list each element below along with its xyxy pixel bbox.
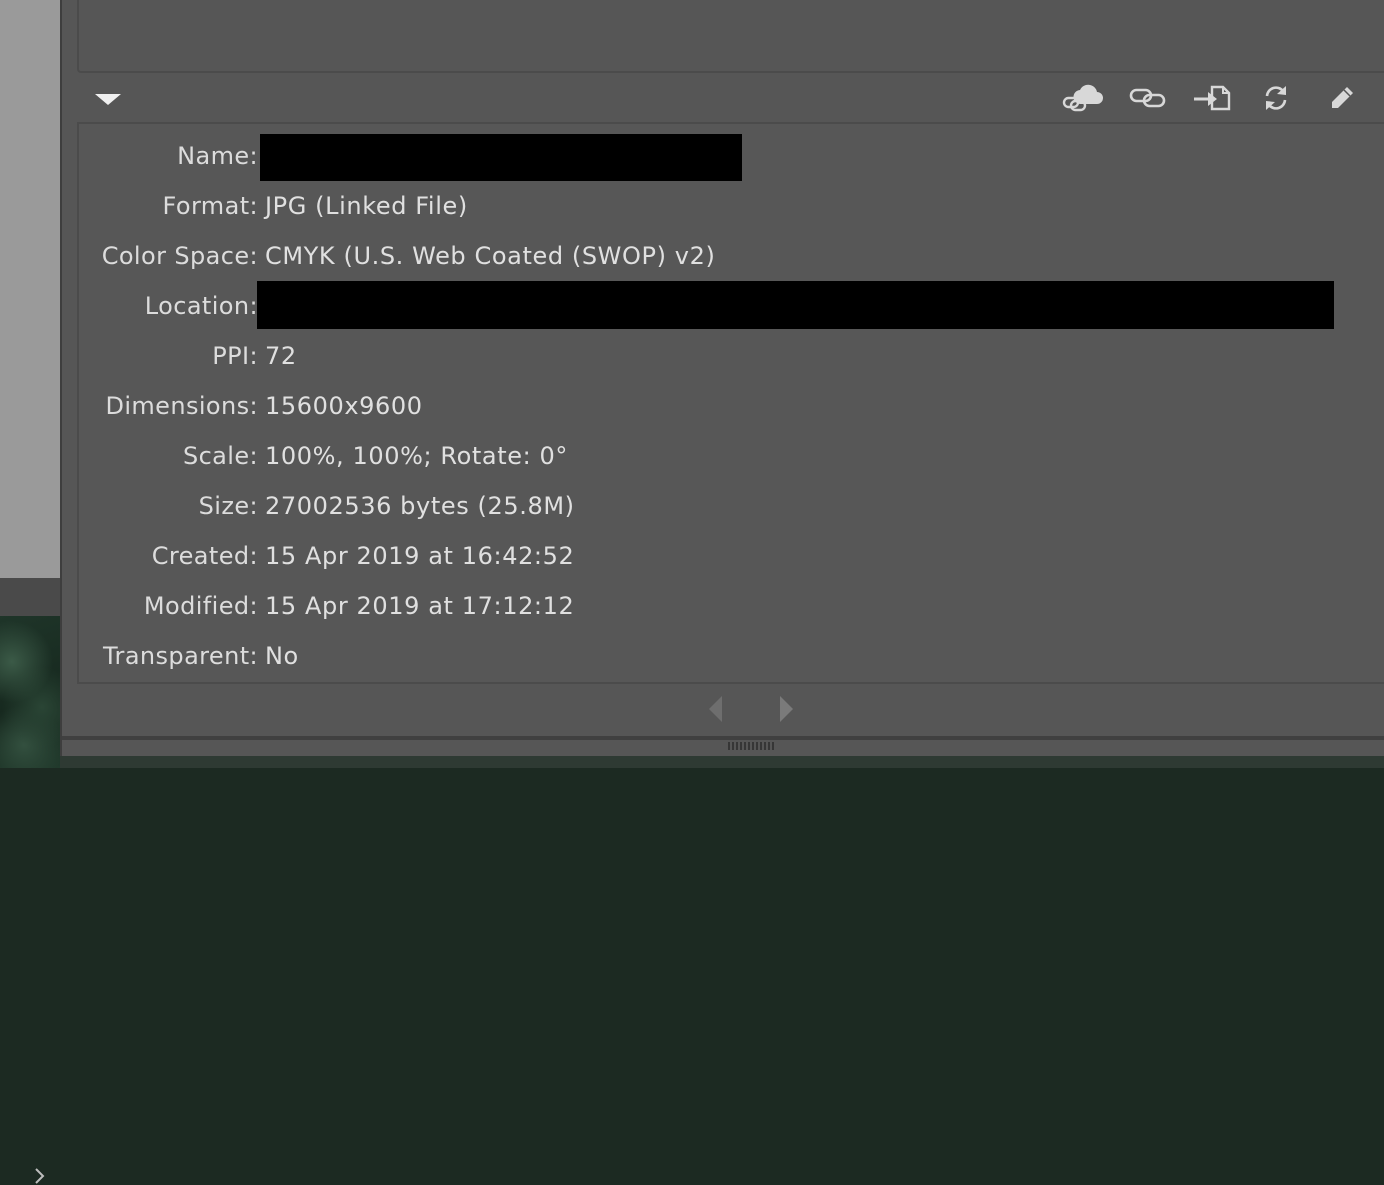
dimensions-value: 15600x9600 bbox=[265, 392, 423, 420]
ppi-label: PPI: bbox=[212, 342, 258, 370]
links-panel: Name: Format: JPG (Linked File) Color Sp… bbox=[60, 0, 1384, 760]
info-row-size: Size: 27002536 bytes (25.8M) bbox=[79, 481, 1384, 531]
scale-label: Scale: bbox=[182, 442, 258, 470]
location-value-redacted bbox=[257, 281, 1334, 329]
info-row-created: Created: 15 Apr 2019 at 16:42:52 bbox=[79, 531, 1384, 581]
transparent-value: No bbox=[265, 642, 299, 670]
cloud-link-icon bbox=[1062, 84, 1103, 112]
format-value: JPG (Linked File) bbox=[265, 192, 468, 220]
info-row-transparent: Transparent: No bbox=[79, 631, 1384, 681]
size-value: 27002536 bytes (25.8M) bbox=[265, 492, 575, 520]
collapse-triangle-icon[interactable] bbox=[93, 90, 123, 108]
link-info-section: Name: Format: JPG (Linked File) Color Sp… bbox=[77, 122, 1384, 684]
update-link-button[interactable] bbox=[1256, 82, 1296, 114]
scale-value: 100%, 100%; Rotate: 0° bbox=[265, 442, 568, 470]
next-arrow-icon[interactable] bbox=[776, 694, 796, 724]
info-row-format: Format: JPG (Linked File) bbox=[79, 181, 1384, 231]
place-button[interactable] bbox=[1190, 82, 1234, 114]
name-value-redacted bbox=[260, 134, 742, 181]
size-label: Size: bbox=[198, 492, 258, 520]
info-row-ppi: PPI: 72 bbox=[79, 331, 1384, 381]
resize-grip-icon[interactable] bbox=[726, 740, 776, 752]
panel-bottom-divider bbox=[62, 736, 1384, 740]
dimensions-label: Dimensions: bbox=[105, 392, 258, 420]
created-value: 15 Apr 2019 at 16:42:52 bbox=[265, 542, 575, 570]
color-space-label: Color Space: bbox=[101, 242, 258, 270]
ppi-value: 72 bbox=[265, 342, 297, 370]
links-list-area[interactable] bbox=[77, 0, 1384, 73]
left-sidebar-strip bbox=[0, 0, 62, 1184]
relink-icon bbox=[1129, 88, 1166, 108]
location-label: Location: bbox=[144, 292, 258, 320]
edit-original-button[interactable] bbox=[1322, 82, 1362, 114]
cloud-link-button[interactable] bbox=[1060, 82, 1108, 114]
info-row-location: Location: bbox=[79, 281, 1384, 331]
relink-button[interactable] bbox=[1126, 82, 1170, 114]
expand-panel-tab[interactable] bbox=[0, 578, 60, 1184]
modified-value: 15 Apr 2019 at 17:12:12 bbox=[265, 592, 575, 620]
created-label: Created: bbox=[151, 542, 258, 570]
chevron-right-icon[interactable] bbox=[32, 1167, 46, 1185]
bottom-background-strip bbox=[60, 756, 1384, 768]
transparent-label: Transparent: bbox=[103, 642, 258, 670]
left-canvas-area bbox=[0, 0, 60, 578]
previous-arrow-icon[interactable] bbox=[706, 694, 726, 724]
format-label: Format: bbox=[162, 192, 258, 220]
edit-original-icon bbox=[1332, 87, 1353, 108]
info-row-color-space: Color Space: CMYK (U.S. Web Coated (SWOP… bbox=[79, 231, 1384, 281]
modified-label: Modified: bbox=[143, 592, 258, 620]
info-row-modified: Modified: 15 Apr 2019 at 17:12:12 bbox=[79, 581, 1384, 631]
color-space-value: CMYK (U.S. Web Coated (SWOP) v2) bbox=[265, 242, 716, 270]
info-row-dimensions: Dimensions: 15600x9600 bbox=[79, 381, 1384, 431]
info-row-name: Name: bbox=[79, 131, 1384, 181]
place-icon bbox=[1194, 85, 1231, 111]
update-link-icon bbox=[1265, 86, 1287, 110]
name-label: Name: bbox=[177, 142, 258, 170]
info-row-scale: Scale: 100%, 100%; Rotate: 0° bbox=[79, 431, 1384, 481]
background-photo bbox=[0, 616, 60, 768]
